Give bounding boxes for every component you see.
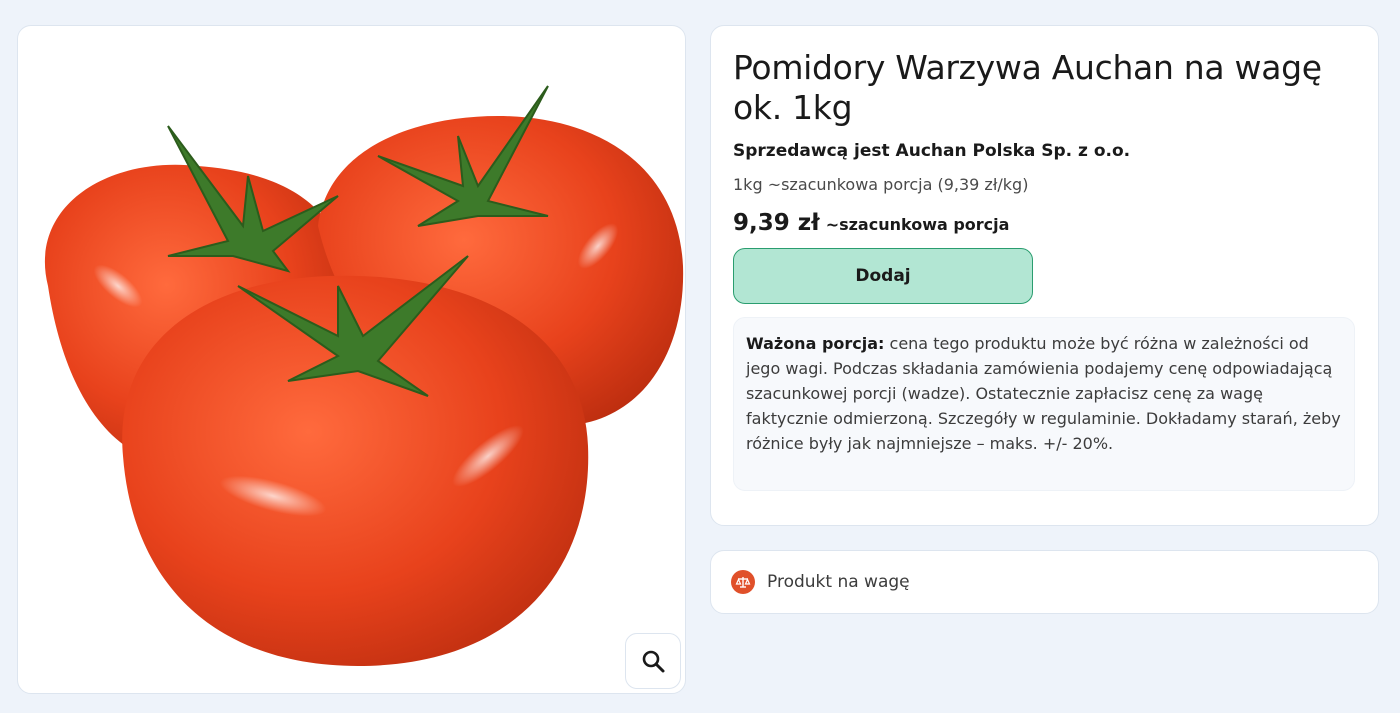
seller-info: Sprzedawcą jest Auchan Polska Sp. z o.o. — [733, 141, 1131, 161]
price-value: 9,39 zł — [733, 210, 820, 236]
price-note: ~szacunkowa porcja — [825, 215, 1010, 234]
zoom-button[interactable] — [625, 633, 681, 689]
product-image[interactable] — [18, 26, 686, 694]
product-title: Pomidory Warzywa Auchan na wagę ok. 1kg — [733, 48, 1322, 127]
notice-heading: Ważona porcja: — [746, 334, 885, 353]
weighted-portion-notice: Ważona porcja: cena tego produktu może b… — [733, 317, 1355, 491]
product-image-card — [17, 25, 686, 694]
product-info-card: Pomidory Warzywa Auchan na wagę ok. 1kg … — [710, 25, 1379, 526]
search-icon — [642, 650, 665, 673]
add-to-cart-button[interactable]: Dodaj — [733, 248, 1033, 304]
scale-icon — [731, 570, 755, 594]
price-row: 9,39 zł ~szacunkowa porcja — [733, 210, 1356, 236]
weighed-product-card: Produkt na wagę — [710, 550, 1379, 614]
unit-price: 1kg ~szacunkowa porcja (9,39 zł/kg) — [733, 175, 1029, 194]
weighed-product-label: Produkt na wagę — [767, 572, 910, 592]
